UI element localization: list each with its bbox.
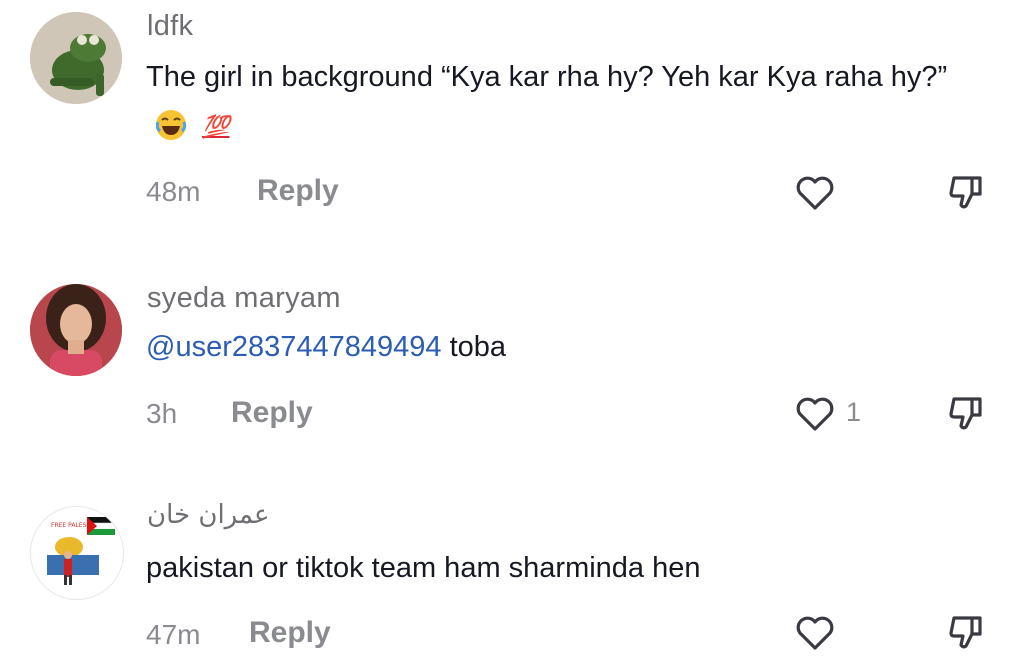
comment-timestamp: 3h [146,398,178,429]
dislike-button[interactable] [946,393,988,435]
free-palestine-avatar-image: FREE PALESTINE [31,507,123,599]
reply-button[interactable]: Reply [249,616,331,650]
comment-timestamp: 47m [146,619,201,650]
profile-photo-image [30,284,122,376]
comment-username[interactable]: syeda maryam [147,282,341,315]
hundred-points-emoji-icon: 💯 [202,114,230,139]
dislike-button[interactable] [946,612,988,654]
comment-text: The girl in background “Kya kar rha hy? … [146,52,986,158]
heart-outline-icon [796,616,834,650]
dislike-button[interactable] [946,172,988,214]
heart-outline-icon [796,176,834,210]
thumbs-down-outline-icon [949,397,982,430]
avatar[interactable]: FREE PALESTINE [30,506,124,600]
comment-username[interactable]: عمران خان [147,500,270,530]
kermit-avatar-image [30,12,122,104]
comment-body: The girl in background “Kya kar rha hy? … [146,61,948,93]
like-count: 1 [846,397,862,427]
comment-text: pakistan or tiktok team ham sharminda he… [146,543,986,593]
thumbs-down-outline-icon [949,176,982,209]
reply-button[interactable]: Reply [257,174,339,208]
comment-body: toba [441,331,507,363]
user-mention-link[interactable]: @user2837447849494 [146,331,442,363]
avatar[interactable] [30,12,122,104]
like-button[interactable] [794,612,836,654]
laughing-emoji-icon [154,108,188,158]
comment-body: pakistan or tiktok team ham sharminda he… [146,552,701,584]
like-button[interactable] [794,393,836,435]
comment-username[interactable]: ldfk [147,10,193,43]
comment-timestamp: 48m [146,176,201,207]
like-button[interactable] [794,172,836,214]
avatar[interactable] [30,284,122,376]
heart-outline-icon [796,397,834,431]
comment-text: @user2837447849494 toba [146,322,986,372]
thumbs-down-outline-icon [949,616,982,649]
reply-button[interactable]: Reply [231,396,313,430]
